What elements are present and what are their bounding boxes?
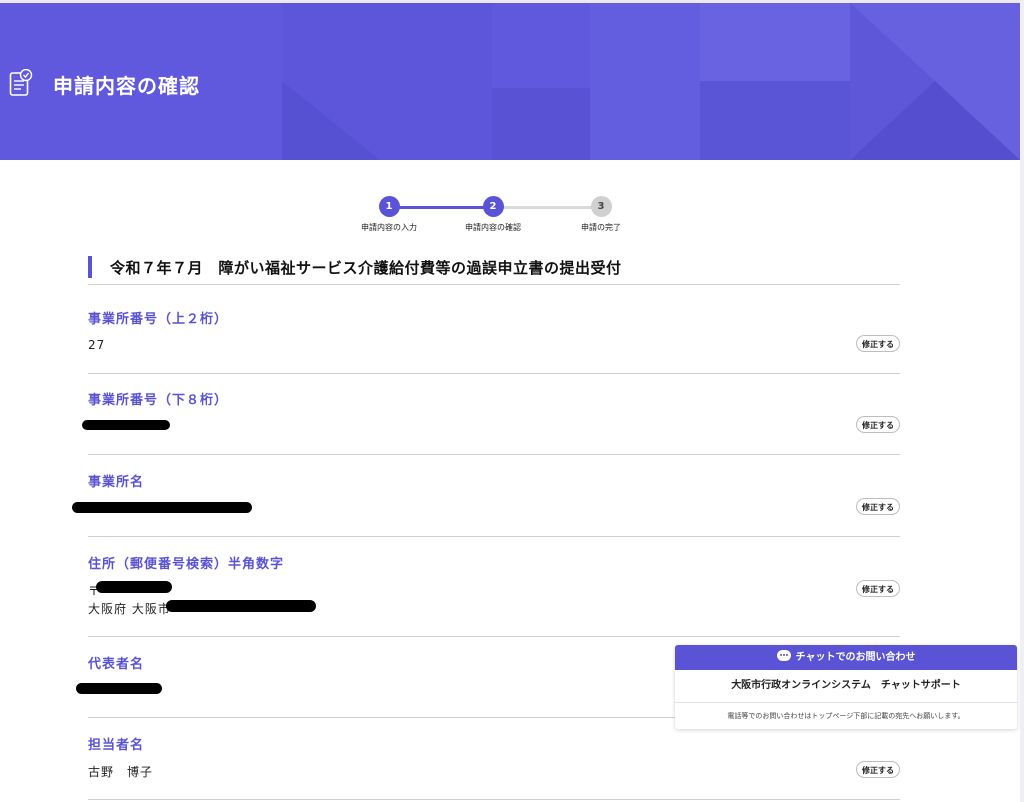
step-number: 1 (378, 196, 400, 217)
chat-header-label: チャットでのお問い合わせ (795, 652, 916, 663)
step-3: 3 申請の完了 (546, 196, 656, 233)
field-office-number-upper: 事業所番号（上２桁） 27 修正する (88, 284, 900, 374)
page-header: 申請内容の確認 (0, 3, 1020, 160)
field-address: 住所（郵便番号検索）半角数字 〒 大阪府 大阪市 修正する (88, 536, 900, 637)
chat-note: 電話等でのお問い合わせはトップページ下部に記載の宛先へお願いします。 (727, 712, 965, 720)
edit-button[interactable]: 修正する (856, 580, 900, 597)
redacted-value (76, 683, 162, 694)
field-contact-person: 担当者名 古野 博子 修正する (88, 717, 900, 800)
edit-button[interactable]: 修正する (856, 498, 900, 515)
progress-stepper: 1 申請内容の入力 2 申請内容の確認 3 申請の完了 (340, 196, 660, 236)
step-label: 申請内容の入力 (361, 223, 417, 232)
address-prefecture-city: 大阪府 大阪市 (88, 602, 171, 616)
step-number: 2 (482, 196, 504, 217)
field-label: 事業所番号（上２桁） (88, 312, 229, 327)
field-label: 事業所番号（下８桁） (88, 393, 229, 408)
clipboard-check-icon (9, 69, 33, 96)
redacted-value (82, 420, 170, 430)
window-edge (1020, 0, 1024, 802)
field-value: 27 (88, 338, 106, 352)
field-label: 担当者名 (88, 738, 145, 753)
step-label: 申請内容の確認 (465, 223, 521, 232)
redacted-postal-code (96, 581, 172, 593)
section-heading: 令和７年７月 障がい福祉サービス介護給付費等の過誤申立書の提出受付 (88, 254, 900, 285)
chat-header[interactable]: チャットでのお問い合わせ (675, 645, 1017, 670)
page-title: 申請内容の確認 (53, 74, 200, 98)
edit-button[interactable]: 修正する (856, 335, 900, 352)
field-label: 事業所名 (88, 475, 145, 490)
redacted-address (166, 600, 316, 612)
chat-widget[interactable]: チャットでのお問い合わせ 大阪市行政オンラインシステム チャットサポート 電話等… (675, 645, 1017, 729)
field-office-name: 事業所名 修正する (72, 454, 900, 537)
step-label: 申請の完了 (581, 223, 621, 232)
redacted-value (72, 502, 252, 513)
edit-button[interactable]: 修正する (856, 416, 900, 433)
step-1: 1 申請内容の入力 (334, 196, 444, 233)
step-2: 2 申請内容の確認 (438, 196, 548, 233)
field-office-number-lower: 事業所番号（下８桁） 修正する (82, 373, 900, 455)
section-title: 令和７年７月 障がい福祉サービス介護給付費等の過誤申立書の提出受付 (110, 259, 622, 277)
field-label: 代表者名 (88, 657, 145, 672)
chat-system-name: 大阪市行政オンラインシステム チャットサポート (675, 670, 1017, 703)
field-value: 古野 博子 (88, 765, 154, 779)
edit-button[interactable]: 修正する (856, 761, 900, 778)
chat-bubble-icon (776, 650, 791, 661)
section-accent-bar (88, 256, 92, 278)
step-number: 3 (590, 196, 612, 217)
field-label: 住所（郵便番号検索）半角数字 (88, 557, 285, 572)
